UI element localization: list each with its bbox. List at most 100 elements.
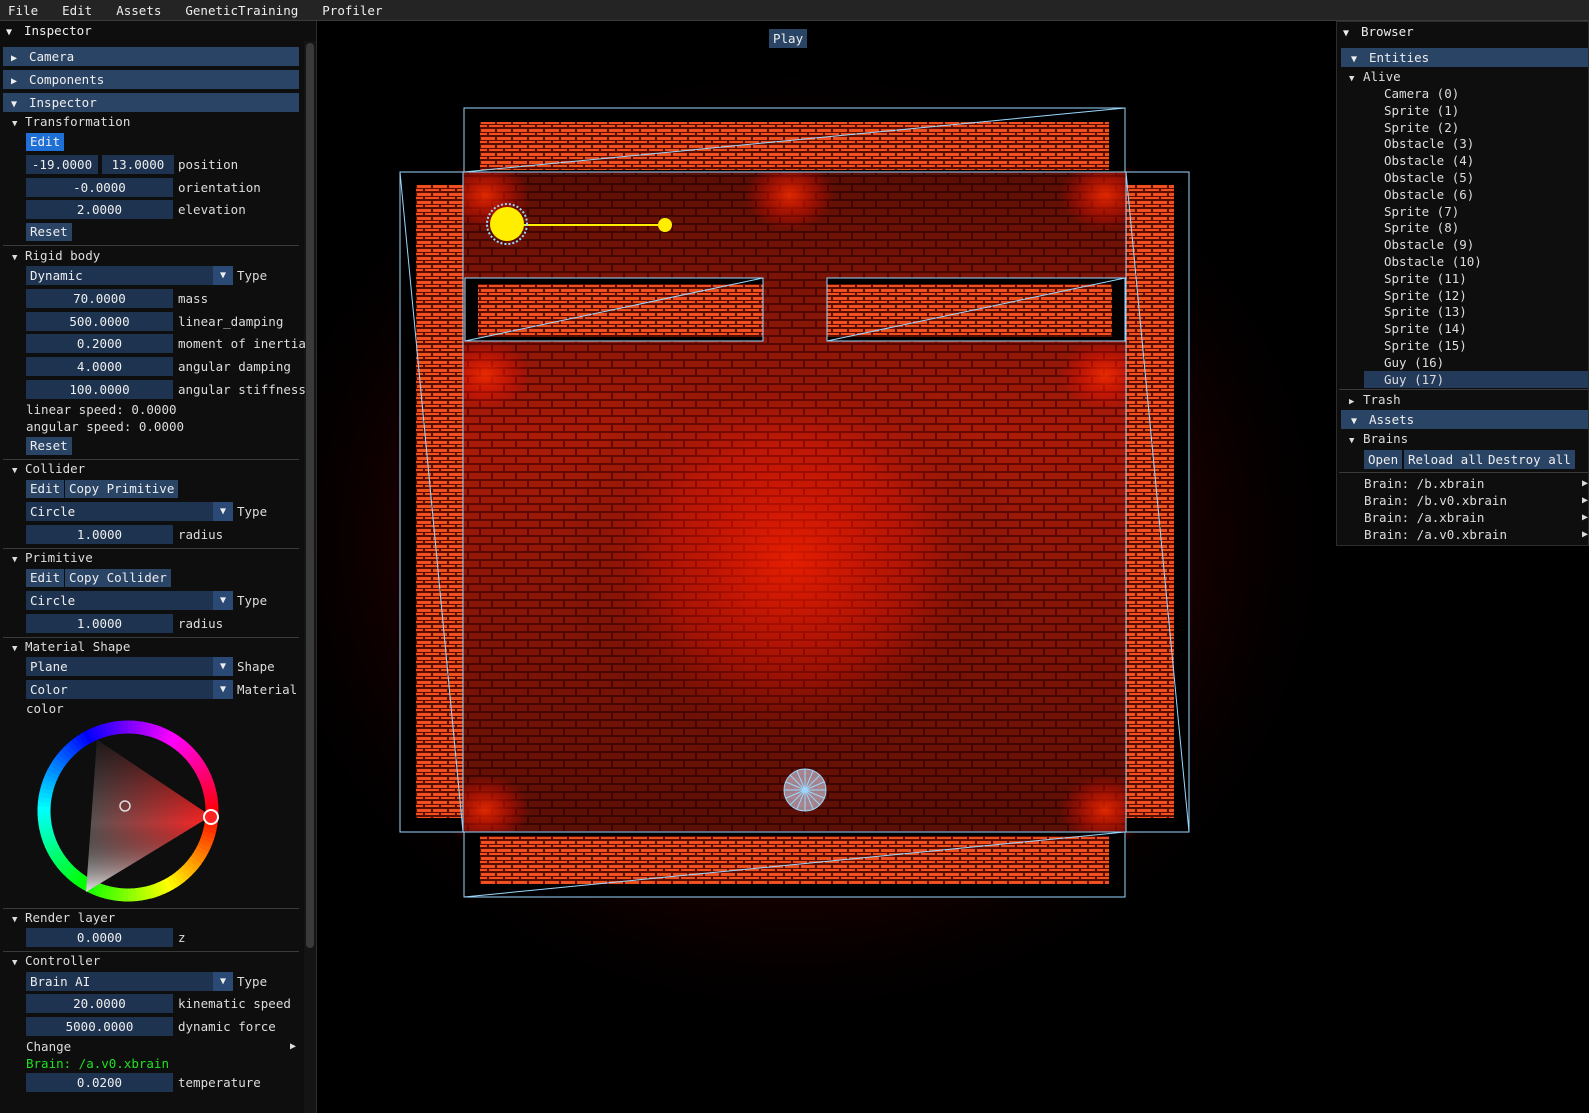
entity-item[interactable]: Sprite (15) (1384, 337, 1467, 354)
temperature-field[interactable]: 0.0200 (26, 1073, 173, 1092)
menu-bar: File Edit Assets GeneticTraining Profile… (0, 0, 1589, 21)
copy-collider-button[interactable]: Copy Collider (65, 569, 171, 587)
reload-all-button[interactable]: Reload all (1404, 450, 1488, 469)
entity-item[interactable]: Obstacle (3) (1384, 135, 1474, 152)
dynamic-force-field[interactable]: 5000.0000 (26, 1017, 173, 1036)
play-button[interactable]: Play (769, 29, 808, 48)
entity-item[interactable]: Sprite (8) (1384, 219, 1459, 236)
collapse-down-icon: ▼ (12, 915, 18, 925)
camera-header[interactable]: ▶ Camera (3, 47, 299, 66)
orientation-field[interactable]: -0.0000 (26, 178, 173, 197)
entity-item[interactable]: Obstacle (6) (1384, 186, 1474, 203)
chevron-down-icon[interactable]: ▼ (213, 591, 233, 610)
menu-assets[interactable]: Assets (112, 3, 165, 18)
temperature-label: temperature (178, 1075, 261, 1090)
hue-cursor[interactable] (203, 809, 219, 825)
entity-item[interactable]: Obstacle (9) (1384, 236, 1474, 253)
position-y-field[interactable]: 13.0000 (102, 155, 174, 174)
rigid-body-type-label: Type (237, 268, 268, 283)
primitive-node[interactable]: ▼ Primitive (12, 549, 93, 567)
controller-type-label: Type (237, 974, 268, 989)
asset-item[interactable]: Brain: /a.v0.xbrain ▶ (1364, 526, 1588, 543)
z-field[interactable]: 0.0000 (26, 928, 173, 947)
moment-of-inertia-field[interactable]: 0.2000 (26, 334, 173, 353)
color-wheel-picker[interactable] (35, 718, 221, 904)
angular-damping-field[interactable]: 4.0000 (26, 357, 173, 376)
collapse-down-icon[interactable]: ▼ (6, 23, 24, 43)
entity-item[interactable]: Guy (16) (1384, 354, 1444, 371)
menu-genetic-training[interactable]: GeneticTraining (181, 3, 302, 18)
angular-stiffness-field[interactable]: 100.0000 (26, 380, 173, 399)
render-layer-node[interactable]: ▼ Render layer (12, 909, 115, 927)
copy-primitive-button[interactable]: Copy Primitive (65, 480, 179, 498)
transformation-reset-button[interactable]: Reset (26, 223, 72, 241)
entity-item[interactable]: Sprite (13) (1384, 303, 1467, 320)
kinematic-speed-field[interactable]: 20.0000 (26, 994, 173, 1013)
collider-node[interactable]: ▼ Collider (12, 460, 85, 478)
rigid-body-node[interactable]: ▼ Rigid body (12, 247, 100, 265)
chevron-down-icon[interactable]: ▼ (213, 502, 233, 521)
primitive-edit-button[interactable]: Edit (26, 569, 65, 587)
kinematic-speed-label: kinematic speed (178, 996, 291, 1011)
open-button[interactable]: Open (1364, 450, 1403, 469)
separator (3, 245, 299, 246)
inspector-header[interactable]: ▼ Inspector (3, 93, 299, 112)
material-combo[interactable]: Color ▼ (26, 680, 233, 699)
entity-item[interactable]: Sprite (14) (1384, 320, 1467, 337)
destroy-all-button[interactable]: Destroy all (1484, 450, 1575, 469)
components-header[interactable]: ▶ Components (3, 70, 299, 89)
entity-item[interactable]: Sprite (2) (1384, 119, 1459, 136)
transformation-edit-button[interactable]: Edit (26, 133, 65, 151)
controller-node[interactable]: ▼ Controller (12, 952, 100, 970)
entity-item[interactable]: Camera (0) (1384, 85, 1459, 102)
chevron-down-icon[interactable]: ▼ (213, 972, 233, 991)
collider-radius-field[interactable]: 1.0000 (26, 525, 173, 544)
mass-field[interactable]: 70.0000 (26, 289, 173, 308)
transformation-node[interactable]: ▼ Transformation (12, 113, 130, 131)
controller-type-combo[interactable]: Brain AI ▼ (26, 972, 233, 991)
menu-edit[interactable]: Edit (58, 3, 96, 18)
asset-item[interactable]: Brain: /b.v0.xbrain ▶ (1364, 492, 1588, 509)
collapse-down-icon: ▼ (1351, 54, 1358, 65)
collider-type-combo[interactable]: Circle ▼ (26, 502, 233, 521)
asset-item[interactable]: Brain: /b.xbrain ▶ (1364, 475, 1588, 492)
shape-combo[interactable]: Plane ▼ (26, 657, 233, 676)
linear-damping-field[interactable]: 500.0000 (26, 312, 173, 331)
collider-edit-button[interactable]: Edit (26, 480, 65, 498)
collapse-down-icon: ▼ (12, 555, 18, 565)
alive-node[interactable]: ▼ Alive (1349, 68, 1401, 85)
material-shape-node[interactable]: ▼ Material Shape (12, 638, 130, 656)
change-menu[interactable]: Change ▶ (26, 1038, 296, 1055)
z-label: z (178, 930, 186, 945)
brains-node[interactable]: ▼ Brains (1349, 430, 1408, 447)
chevron-down-icon[interactable]: ▼ (213, 680, 233, 699)
entity-item[interactable]: Obstacle (10) (1384, 253, 1482, 270)
rigid-body-type-combo[interactable]: Dynamic ▼ (26, 266, 233, 285)
asset-item[interactable]: Brain: /a.xbrain ▶ (1364, 509, 1588, 526)
chevron-down-icon[interactable]: ▼ (213, 266, 233, 285)
menu-profiler[interactable]: Profiler (318, 3, 386, 18)
entity-item[interactable]: Sprite (11) (1384, 270, 1467, 287)
inspector-window-title[interactable]: ▼ Inspector (0, 21, 316, 41)
position-x-field[interactable]: -19.0000 (26, 155, 98, 174)
entity-item[interactable]: Obstacle (5) (1384, 169, 1474, 186)
angular-damping-label: angular damping (178, 359, 291, 374)
menu-file[interactable]: File (4, 3, 42, 18)
shape-label: Shape (237, 659, 275, 674)
entity-item[interactable]: Sprite (1) (1384, 102, 1459, 119)
angular-stiffness-label: angular stiffness (178, 382, 306, 397)
primitive-type-combo[interactable]: Circle ▼ (26, 591, 233, 610)
entity-item[interactable]: Sprite (7) (1384, 203, 1459, 220)
browser-window-title[interactable]: ▼ Browser (1337, 22, 1588, 42)
entity-item[interactable]: Sprite (12) (1384, 287, 1467, 304)
inspector-scrollbar[interactable] (306, 43, 314, 948)
primitive-radius-field[interactable]: 1.0000 (26, 614, 173, 633)
rigid-body-reset-button[interactable]: Reset (26, 437, 72, 455)
assets-header[interactable]: ▼ Assets (1341, 410, 1588, 429)
entity-item[interactable]: Guy (17) (1364, 370, 1588, 388)
trash-node[interactable]: ▶ Trash (1349, 391, 1401, 408)
entity-item[interactable]: Obstacle (4) (1384, 152, 1474, 169)
chevron-down-icon[interactable]: ▼ (213, 657, 233, 676)
elevation-field[interactable]: 2.0000 (26, 200, 173, 219)
entities-header[interactable]: ▼ Entities (1341, 48, 1588, 67)
